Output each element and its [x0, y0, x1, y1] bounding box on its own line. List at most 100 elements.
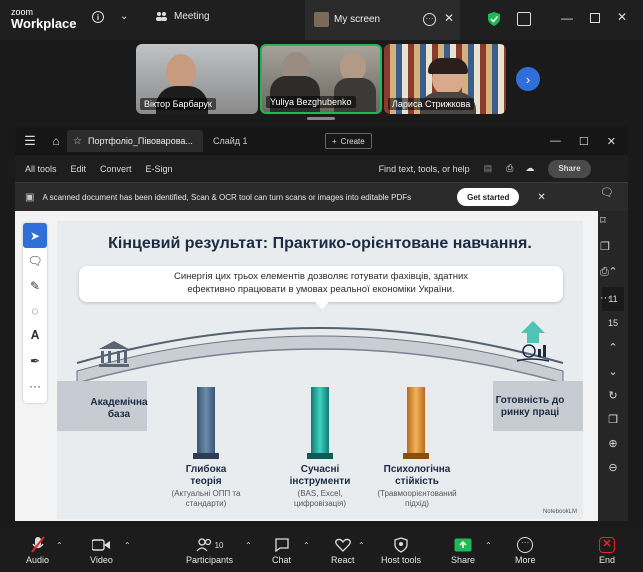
menu-convert[interactable]: Convert [100, 164, 132, 174]
chevron-down-icon[interactable]: ⌄ [598, 359, 628, 383]
audio-button[interactable]: Audio [26, 535, 49, 565]
attachments-panel-icon[interactable]: ⎙ [600, 266, 609, 279]
react-button[interactable]: React [331, 535, 355, 565]
pillar-base [307, 453, 333, 459]
tab-document[interactable]: ☆ Портфоліо_Півоварова... [67, 130, 203, 152]
my-screen-label: My screen [334, 14, 381, 25]
close-icon[interactable]: ✕ [444, 11, 454, 25]
more-options-icon[interactable]: ··· [423, 13, 436, 26]
view-grid-icon[interactable] [517, 12, 531, 26]
get-started-button[interactable]: Get started [457, 188, 520, 206]
comments-panel-icon[interactable]: 🗨 [600, 186, 614, 199]
dismiss-banner-icon[interactable]: ✕ [537, 192, 545, 203]
select-tool-icon[interactable]: ➤ [23, 223, 47, 248]
end-button[interactable]: ✕ End [599, 535, 615, 565]
pages-panel-icon[interactable]: ❐ [600, 240, 610, 253]
participant-tile[interactable]: Віктор Барбарук [136, 44, 258, 114]
pillar-subtitle: (BAS, Excel, цифровізація) [293, 489, 347, 508]
chat-button[interactable]: Chat [272, 535, 291, 565]
bank-icon [99, 341, 129, 367]
pillar-theory [197, 387, 215, 455]
pillar-subtitle: (Травмоорієнтований підхід) [377, 489, 457, 508]
pillar-resilience [407, 387, 425, 455]
hamburger-menu-icon[interactable]: ☰ [15, 133, 45, 149]
cloud-icon[interactable]: ☁ [525, 163, 534, 174]
right-tool-rail: ⌃ 11 15 ⌃ ⌄ ↻ ❐ ⊕ ⊖ [598, 211, 628, 521]
chevron-up-icon[interactable]: ⌃ [598, 335, 628, 359]
bookmark-panel-icon[interactable]: ⌑ [600, 214, 606, 227]
info-button[interactable]: i [92, 11, 104, 23]
next-page-arrow-icon[interactable]: › [516, 67, 540, 91]
more-tools-icon[interactable]: ··· [23, 373, 47, 398]
participant-tile[interactable]: Лариса Стрижкова [384, 44, 506, 114]
chevron-up-icon[interactable]: ⌃ [358, 541, 365, 550]
video-button[interactable]: Video [90, 535, 113, 565]
get-started-label: Get started [467, 192, 510, 202]
maximize-icon[interactable] [590, 13, 600, 23]
more-icon: ··· [517, 535, 534, 555]
video-label: Video [90, 555, 113, 565]
callout-box: Синергія цих трьох елементів дозволяє го… [79, 266, 563, 302]
minimize-icon[interactable]: — [550, 135, 561, 148]
share-screen-button[interactable]: Share [451, 535, 475, 565]
menu-all-tools[interactable]: All tools [25, 164, 57, 174]
find-field[interactable]: Find text, tools, or help [379, 164, 470, 174]
zoom-out-icon[interactable]: ⊖ [598, 455, 628, 479]
chevron-up-icon[interactable]: ⌃ [485, 541, 492, 550]
menu-edit[interactable]: Edit [71, 164, 87, 174]
zoom-logo: zoom Workplace [11, 8, 77, 31]
window-close-icon[interactable]: ✕ [617, 10, 627, 24]
save-icon[interactable]: ▤ [484, 163, 493, 174]
pillar-title: Сучасні інструменти [289, 464, 351, 487]
minimize-icon[interactable]: — [561, 11, 573, 25]
share-label: Share [558, 164, 581, 173]
heart-icon [334, 535, 351, 555]
camera-icon [92, 535, 111, 555]
create-button[interactable]: + Create [325, 133, 372, 149]
info-icon: i [92, 11, 104, 23]
copy-icon[interactable]: ❐ [598, 407, 628, 431]
chevron-up-icon[interactable]: ⌃ [303, 541, 310, 550]
chevron-up-icon[interactable]: ⌃ [245, 541, 252, 550]
more-button[interactable]: ··· More [515, 535, 536, 565]
close-icon[interactable]: ✕ [607, 135, 616, 148]
share-label: Share [451, 555, 476, 565]
menu-esign[interactable]: E-Sign [146, 164, 173, 174]
participant-name: Віктор Барбарук [140, 98, 216, 110]
home-icon[interactable]: ⌂ [45, 134, 67, 148]
chevron-up-icon[interactable]: ⌃ [56, 541, 63, 550]
text-select-tool-icon[interactable]: 𝐀 [23, 323, 47, 348]
host-tools-label: Host tools [381, 555, 422, 565]
star-icon[interactable]: ☆ [73, 136, 82, 147]
right-label: Готовність до ринку праці [495, 395, 565, 418]
pillar-title: Психологічна стійкість [383, 464, 451, 487]
my-screen-tab[interactable]: My screen ··· ✕ [305, 0, 460, 40]
participant-hair [428, 58, 468, 74]
more-panels-icon[interactable]: ··· [600, 292, 611, 304]
share-button[interactable]: Share [548, 159, 591, 178]
lasso-tool-icon[interactable]: ◌ [23, 298, 47, 323]
ocr-banner: ▣ A scanned document has been identified… [15, 182, 628, 211]
refresh-icon[interactable]: ↻ [598, 383, 628, 407]
zoom-in-icon[interactable]: ⊕ [598, 431, 628, 455]
participants-button[interactable]: 10 Participants [186, 535, 233, 565]
meeting-tab[interactable]: Meeting [155, 11, 210, 22]
highlight-tool-icon[interactable]: ✎ [23, 273, 47, 298]
tab-slide1[interactable]: Слайд 1 [203, 136, 263, 146]
chat-icon [274, 535, 290, 555]
print-icon[interactable]: ⎙ [506, 163, 513, 174]
pillar-base [193, 453, 219, 459]
chevron-up-icon[interactable]: ⌃ [124, 541, 131, 550]
zoom-top-bar: zoom Workplace i ⌄ Meeting My screen ···… [0, 0, 643, 40]
sign-tool-icon[interactable]: ✒ [23, 348, 47, 373]
participant-name: Лариса Стрижкова [388, 98, 475, 110]
my-screen-thumb [314, 12, 329, 27]
maximize-icon[interactable]: ☐ [579, 135, 589, 148]
strip-drag-handle[interactable] [307, 117, 335, 120]
participant-tile[interactable]: Yuliya Bezghubenko [260, 44, 382, 114]
shield-icon[interactable] [488, 12, 500, 26]
plus-icon: + [332, 136, 337, 146]
comment-tool-icon[interactable]: 🗨 [23, 248, 47, 273]
chevron-down-icon[interactable]: ⌄ [120, 11, 128, 22]
host-tools-button[interactable]: Host tools [381, 535, 421, 565]
